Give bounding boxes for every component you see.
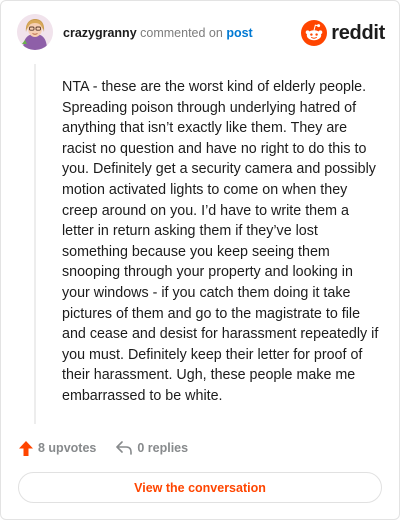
commented-on-text: commented on [140, 26, 223, 40]
upvote-count: 8 upvotes [38, 441, 97, 455]
upvote-action[interactable]: 8 upvotes [19, 440, 97, 456]
post-link[interactable]: post [226, 26, 252, 40]
comment-header: crazygranny commented on post reddit [17, 14, 385, 54]
reply-action[interactable]: 0 replies [116, 441, 188, 455]
reply-arrow-icon [116, 441, 133, 455]
comment-card: crazygranny commented on post reddit NTA… [0, 0, 400, 520]
comment-body: NTA - these are the worst kind of elderl… [62, 79, 379, 404]
upvote-arrow-icon [19, 440, 33, 456]
thread-line[interactable] [34, 64, 36, 424]
comment-meta: crazygranny commented on post [63, 26, 253, 40]
user-avatar-icon[interactable] [17, 14, 53, 50]
reddit-snoo-icon [301, 20, 328, 46]
reddit-wordmark: reddit [331, 21, 385, 44]
reply-count: 0 replies [137, 441, 189, 455]
view-conversation-button[interactable]: View the conversation [18, 472, 382, 503]
username[interactable]: crazygranny [63, 26, 137, 40]
reddit-brand[interactable]: reddit [301, 20, 385, 46]
comment-actions: 8 upvotes 0 replies [19, 438, 208, 458]
